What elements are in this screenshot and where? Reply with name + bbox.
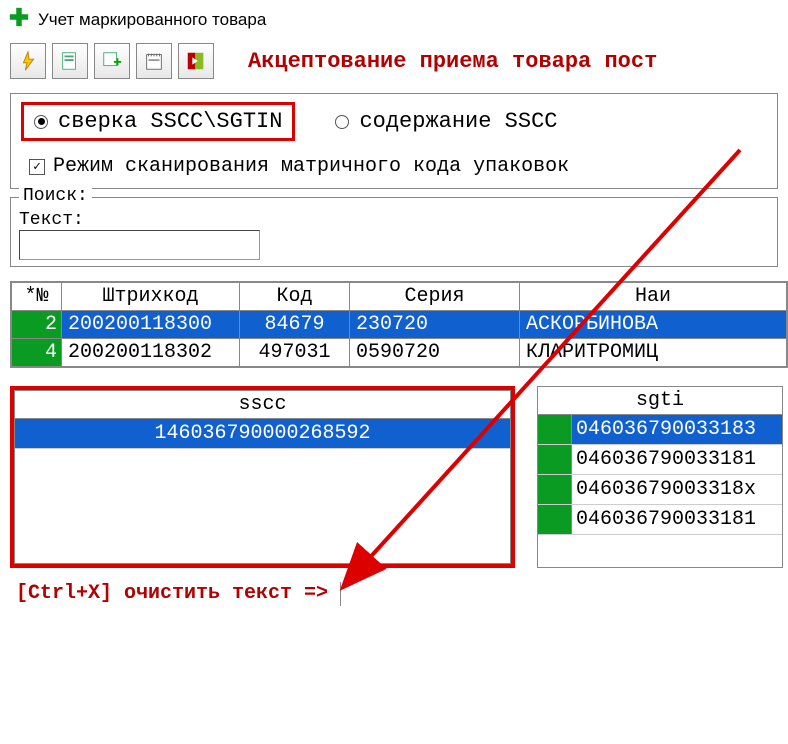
toolbar: Акцептование приема товара пост — [0, 39, 788, 83]
radio-content-sscc[interactable]: содержание SSCC — [325, 105, 567, 138]
checkbox-icon: ✓ — [29, 159, 45, 175]
checkbox-label: Режим сканирования матричного кода упако… — [53, 155, 569, 178]
radio-label: содержание SSCC — [359, 109, 557, 134]
search-text-label: Текст: — [19, 210, 84, 230]
table-row[interactable]: 42002001183024970310590720КЛАРИТРОМИЦ — [12, 339, 787, 367]
col-name[interactable]: Наи — [520, 283, 787, 311]
toolbar-btn-exit[interactable] — [178, 43, 214, 79]
table-row[interactable]: 220020011830084679230720АСКОРБИНОВА — [12, 311, 787, 339]
col-code[interactable]: Код — [240, 283, 350, 311]
search-legend: Поиск: — [19, 186, 92, 206]
sgtin-row[interactable]: 046036790033183 — [538, 415, 782, 445]
search-input[interactable] — [19, 230, 260, 260]
main-table: *№ Штрихкод Код Серия Наи 22002001183008… — [10, 281, 788, 368]
mode-panel: сверка SSCC\SGTIN содержание SSCC ✓ Режи… — [10, 93, 778, 189]
sgtin-panel: sgti 04603679003318304603679003318104603… — [537, 386, 783, 568]
clear-hint: [Ctrl+X] очистить текст => — [10, 580, 334, 607]
toolbar-title: Акцептование приема товара пост — [248, 49, 657, 74]
toolbar-btn-run[interactable] — [10, 43, 46, 79]
sgtin-row[interactable]: 04603679003318x — [538, 475, 782, 505]
title-bar: Учет маркированного товара — [0, 0, 788, 39]
footer: [Ctrl+X] очистить текст => — [10, 580, 778, 607]
sgtin-row[interactable]: 046036790033181 — [538, 445, 782, 475]
radio-icon — [34, 115, 48, 129]
scan-mode-checkbox[interactable]: ✓ Режим сканирования матричного кода упа… — [11, 149, 777, 188]
sgtin-row[interactable]: 046036790033181 — [538, 505, 782, 535]
bottom-area: sscc 146036790000268592 sgti 04603679003… — [10, 386, 788, 568]
search-group: Поиск: Текст: — [10, 197, 778, 267]
radio-icon — [335, 115, 349, 129]
sscc-row[interactable]: 146036790000268592 — [15, 419, 510, 449]
separator — [340, 582, 341, 606]
col-num[interactable]: *№ — [12, 283, 62, 311]
col-barcode[interactable]: Штрихкод — [62, 283, 240, 311]
radio-sscc-sgtin[interactable]: сверка SSCC\SGTIN — [21, 102, 295, 141]
app-icon — [8, 6, 30, 33]
toolbar-btn-doc[interactable] — [52, 43, 88, 79]
window-title: Учет маркированного товара — [38, 10, 266, 30]
sscc-header: sscc — [15, 391, 510, 419]
radio-label: сверка SSCC\SGTIN — [58, 109, 282, 134]
sgtin-header: sgti — [538, 387, 782, 415]
col-series[interactable]: Серия — [350, 283, 520, 311]
toolbar-btn-add[interactable] — [94, 43, 130, 79]
sscc-panel: sscc 146036790000268592 — [10, 386, 515, 568]
toolbar-btn-notes[interactable] — [136, 43, 172, 79]
